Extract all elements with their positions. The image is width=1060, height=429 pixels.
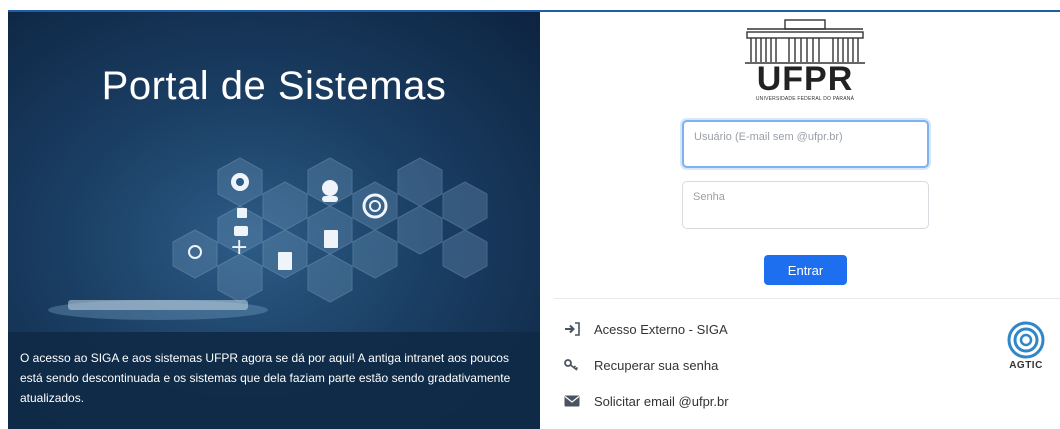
username-input[interactable]	[684, 122, 927, 152]
hero-banner: Portal de Sistemas + O acesso ao SIGA e …	[8, 12, 540, 429]
key-icon	[562, 357, 582, 373]
external-access-link[interactable]: Acesso Externo - SIGA	[562, 319, 728, 339]
login-button[interactable]: Entrar	[764, 255, 847, 285]
svg-text:+: +	[230, 235, 248, 260]
external-access-label: Acesso Externo - SIGA	[594, 321, 728, 337]
hero-description: O acesso ao SIGA e aos sistemas UFPR ago…	[20, 351, 511, 405]
password-input[interactable]	[683, 182, 928, 212]
ufpr-logo-text: UFPR	[756, 60, 854, 98]
recover-password-label: Recuperar sua senha	[594, 357, 719, 373]
ufpr-logo-subtitle: UNIVERSIDADE FEDERAL DO PARANÁ	[755, 96, 855, 102]
sign-in-icon	[562, 321, 582, 337]
agtic-spiral-icon	[1007, 321, 1045, 359]
agtic-logo-text: AGTIC	[1009, 360, 1043, 371]
hero-title: Portal de Sistemas	[101, 64, 447, 108]
agtic-logo: AGTIC	[1000, 320, 1052, 376]
section-divider	[554, 298, 1060, 299]
request-email-label: Solicitar email @ufpr.br	[594, 393, 729, 409]
envelope-icon	[562, 393, 582, 409]
top-bar	[0, 0, 1060, 10]
request-email-link[interactable]: Solicitar email @ufpr.br	[562, 391, 729, 411]
hero-illustration: +	[48, 157, 488, 320]
password-field[interactable]	[682, 181, 929, 229]
recover-password-link[interactable]: Recuperar sua senha	[562, 355, 718, 375]
ufpr-logo: UFPR UNIVERSIDADE FEDERAL DO PARANÁ	[741, 18, 869, 104]
username-field[interactable]	[682, 120, 929, 168]
